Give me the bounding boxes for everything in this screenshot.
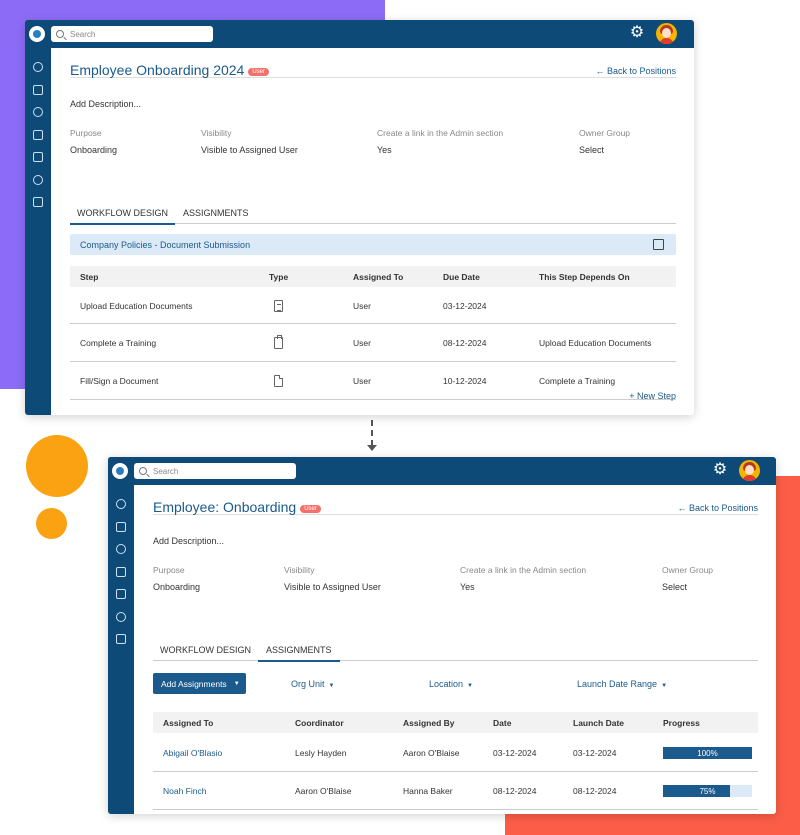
nav-chart-icon[interactable]	[108, 561, 134, 584]
assignee-link[interactable]: Abigail O'Blasio	[163, 748, 222, 758]
table-row[interactable]: Complete a Training User 08-12-2024 Uplo…	[70, 324, 676, 362]
user-badge: User	[300, 505, 321, 513]
flow-connector-line	[371, 420, 373, 446]
search-input[interactable]: Search	[134, 463, 296, 479]
tab-workflow-design[interactable]: WORKFLOW DESIGN	[70, 208, 176, 225]
nav-lightbulb-icon[interactable]	[108, 538, 134, 561]
nav-users-icon[interactable]	[25, 56, 51, 79]
top-bar: Search ⚙	[108, 457, 776, 485]
documents-icon	[274, 300, 283, 312]
nav-badge-icon[interactable]	[108, 516, 134, 539]
nav-users-icon[interactable]	[108, 493, 134, 516]
meta-visibility: Visibility Visible to Assigned User	[284, 565, 381, 592]
assignee-link[interactable]: Noah Finch	[163, 786, 206, 796]
app-logo-icon[interactable]	[112, 463, 128, 479]
progress-bar: 100%	[663, 747, 752, 759]
workflow-design-window: Search ⚙ Employee Onboarding 2024 User ←…	[25, 20, 694, 415]
meta-visibility: Visibility Visible to Assigned User	[201, 128, 298, 155]
table-row[interactable]: Abigail O'Blasio Lesly Hayden Aaron O'Bl…	[153, 733, 758, 772]
gear-icon[interactable]: ⚙	[629, 25, 645, 41]
arrow-down-icon	[367, 445, 377, 451]
nav-search-user-icon[interactable]	[25, 169, 51, 192]
assignments-table-header: Assigned To Coordinator Assigned By Date…	[153, 712, 758, 733]
progress-label: 100%	[697, 749, 718, 758]
illustration-stage: Search ⚙ Employee Onboarding 2024 User ←…	[0, 0, 800, 835]
app-logo-icon[interactable]	[29, 26, 45, 42]
search-placeholder: Search	[70, 29, 96, 39]
tab-assignments[interactable]: ASSIGNMENTS	[183, 208, 249, 223]
search-icon	[56, 30, 64, 38]
clipboard-check-icon	[274, 335, 283, 349]
user-badge: User	[248, 68, 270, 76]
caret-down-icon: ▼	[467, 683, 473, 689]
progress-bar: 75%	[663, 785, 752, 797]
tab-bar: WORKFLOW DESIGN ASSIGNMENTS	[153, 642, 758, 662]
meta-owner-group[interactable]: Owner Group Select	[579, 128, 630, 155]
page-title: Employee: Onboarding User	[153, 499, 321, 515]
caret-down-icon: ▼	[328, 683, 335, 689]
section-header: Company Policies - Document Submission	[70, 234, 676, 255]
meta-purpose: Purpose Onboarding	[70, 128, 118, 155]
avatar[interactable]	[656, 23, 677, 44]
section-title: Company Policies - Document Submission	[80, 240, 251, 250]
main-content: Employee Onboarding 2024 User ← Back to P…	[70, 48, 676, 415]
title-row: Employee Onboarding 2024 User ← Back to P…	[70, 48, 676, 78]
add-description[interactable]: Add Description...	[70, 99, 141, 109]
table-row[interactable]: Fill/Sign a Document User 10-12-2024 Com…	[70, 362, 676, 400]
nav-report-icon[interactable]	[25, 191, 51, 214]
meta-purpose: Purpose Onboarding	[153, 565, 201, 592]
sidebar	[25, 20, 51, 415]
nav-lightbulb-icon[interactable]	[25, 101, 51, 124]
top-bar: Search ⚙	[25, 20, 694, 48]
steps-table-header: Step Type Assigned To Due Date This Step…	[70, 266, 676, 287]
main-content: Employee: Onboarding User ← Back to Posit…	[153, 485, 758, 814]
caret-down-icon: ▼	[661, 683, 668, 689]
add-assignments-button[interactable]: Add Assignments ▼	[153, 673, 246, 694]
filter-launch-date-range[interactable]: Launch Date Range ▼	[577, 679, 667, 689]
caret-down-icon: ▼	[233, 680, 240, 687]
back-to-positions-link[interactable]: ← Back to Positions	[595, 66, 676, 76]
decor-orange-circle-large	[26, 435, 88, 497]
nav-documents-icon[interactable]	[25, 146, 51, 169]
page-title: Employee Onboarding 2024 User	[70, 62, 270, 78]
nav-search-user-icon[interactable]	[108, 606, 134, 629]
tab-workflow-design[interactable]: WORKFLOW DESIGN	[160, 645, 251, 660]
edit-icon[interactable]	[653, 239, 664, 250]
decor-orange-circle-small	[36, 508, 67, 539]
filter-org-unit[interactable]: Org Unit ▼	[291, 679, 334, 689]
nav-badge-icon[interactable]	[25, 79, 51, 102]
tab-assignments[interactable]: ASSIGNMENTS	[258, 645, 340, 662]
search-placeholder: Search	[153, 466, 179, 476]
title-row: Employee: Onboarding User ← Back to Posit…	[153, 485, 758, 515]
add-description[interactable]: Add Description...	[153, 536, 224, 546]
nav-chart-icon[interactable]	[25, 124, 51, 147]
avatar[interactable]	[739, 460, 760, 481]
nav-report-icon[interactable]	[108, 628, 134, 651]
meta-admin-link: Create a link in the Admin section Yes	[377, 128, 504, 155]
filter-location[interactable]: Location ▼	[429, 679, 473, 689]
meta-owner-group[interactable]: Owner Group Select	[662, 565, 713, 592]
document-icon	[274, 375, 283, 387]
gear-icon[interactable]: ⚙	[712, 462, 728, 478]
nav-documents-icon[interactable]	[108, 583, 134, 606]
progress-label: 75%	[699, 787, 716, 796]
assignments-window: Search ⚙ Employee: Onboarding User ← Bac…	[108, 457, 776, 814]
table-row[interactable]: Noah Finch Aaron O'Blaise Hanna Baker 08…	[153, 772, 758, 810]
search-icon	[139, 467, 147, 475]
new-step-button[interactable]: + New Step	[629, 391, 676, 401]
sidebar	[108, 457, 134, 814]
back-to-positions-link[interactable]: ← Back to Positions	[677, 503, 758, 513]
search-input[interactable]: Search	[51, 26, 213, 42]
tab-bar: WORKFLOW DESIGN ASSIGNMENTS	[70, 205, 676, 225]
table-row[interactable]: Upload Education Documents User 03-12-20…	[70, 287, 676, 324]
meta-admin-link: Create a link in the Admin section Yes	[460, 565, 587, 592]
